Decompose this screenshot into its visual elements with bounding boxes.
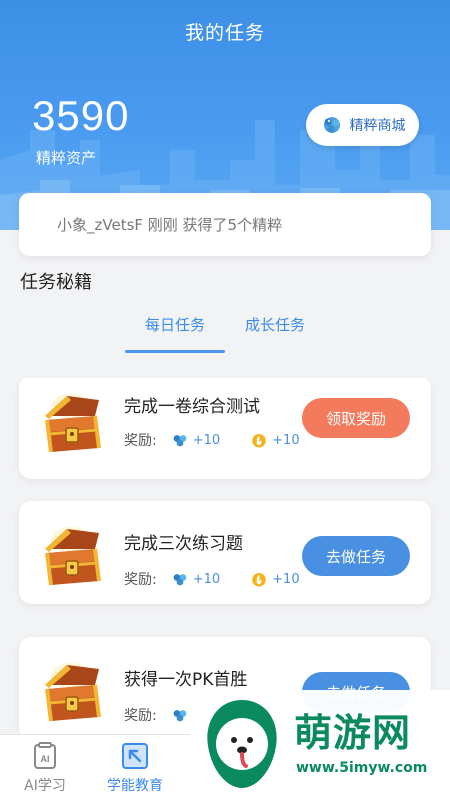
reward-points-amount: +10 <box>272 571 300 587</box>
assets-label: 精粹资产 <box>36 149 97 167</box>
reward-essence-amount: +10 <box>192 432 221 448</box>
task-reward-row: 奖励: +10 +10 <box>124 569 330 589</box>
essence-crystal-icon <box>173 435 187 447</box>
do-task-button[interactable]: 去做任务 <box>302 536 410 576</box>
nav-item-education[interactable]: 学能教育 <box>90 735 180 800</box>
section-title: 任务秘籍 <box>20 272 92 293</box>
arrow-box-icon <box>122 743 148 769</box>
activity-notice-text: 小象_zVetsF 刚刚 获得了5个精粹 <box>57 216 283 234</box>
task-card: 完成一卷综合测试 奖励: +10 +10 领取奖励 <box>19 378 431 479</box>
ai-book-icon: AI <box>34 742 56 769</box>
watermark-url: www.5imyw.com <box>296 760 428 776</box>
essence-crystal-icon <box>323 117 340 133</box>
essence-shop-button[interactable]: 精粹商城 <box>306 104 419 146</box>
nav-item-label: 学能教育 <box>107 778 163 794</box>
reward-essence-amount: +10 <box>192 571 221 587</box>
tab-growth-tasks[interactable]: 成长任务 <box>225 310 325 354</box>
fire-coin-icon <box>252 573 266 587</box>
dog-mascot-logo <box>207 700 277 788</box>
reward-points-amount: +10 <box>272 432 300 448</box>
task-title: 完成一卷综合测试 <box>124 397 260 417</box>
task-title: 获得一次PK首胜 <box>124 670 248 690</box>
task-title: 完成三次练习题 <box>124 534 243 554</box>
essence-crystal-icon <box>173 710 187 722</box>
essence-crystal-icon <box>173 574 187 586</box>
task-reward-row: 奖励: +10 +10 <box>124 430 330 450</box>
essence-shop-label: 精粹商城 <box>349 118 406 134</box>
task-tabs: 每日任务 成长任务 <box>0 310 450 354</box>
watermark: 萌游网 www.5imyw.com <box>190 690 450 800</box>
task-card: 完成三次练习题 奖励: +10 +10 去做任务 <box>19 501 431 604</box>
tab-daily-tasks[interactable]: 每日任务 <box>125 310 225 354</box>
active-tab-indicator <box>125 350 225 353</box>
watermark-title: 萌游网 <box>294 711 412 755</box>
task-reward-row: 奖励: <box>124 705 193 725</box>
reward-label: 奖励: <box>124 433 157 449</box>
nav-item-ai-learning[interactable]: AI AI学习 <box>0 735 90 800</box>
treasure-chest-icon <box>45 394 101 453</box>
claim-reward-button[interactable]: 领取奖励 <box>302 398 410 438</box>
treasure-chest-icon <box>45 527 101 586</box>
reward-label: 奖励: <box>124 572 157 588</box>
activity-notice-card: 小象_zVetsF 刚刚 获得了5个精粹 <box>19 193 431 256</box>
page-title: 我的任务 <box>184 22 265 44</box>
svg-text:AI: AI <box>41 754 50 764</box>
task-list[interactable]: 完成一卷综合测试 奖励: +10 +10 领取奖励 完成三次练习题 奖励: +1… <box>0 378 450 734</box>
assets-value: 3590 <box>32 92 130 139</box>
treasure-chest-icon <box>45 663 101 722</box>
reward-label: 奖励: <box>124 708 157 724</box>
nav-item-label: AI学习 <box>24 778 66 794</box>
fire-coin-icon <box>252 434 266 448</box>
